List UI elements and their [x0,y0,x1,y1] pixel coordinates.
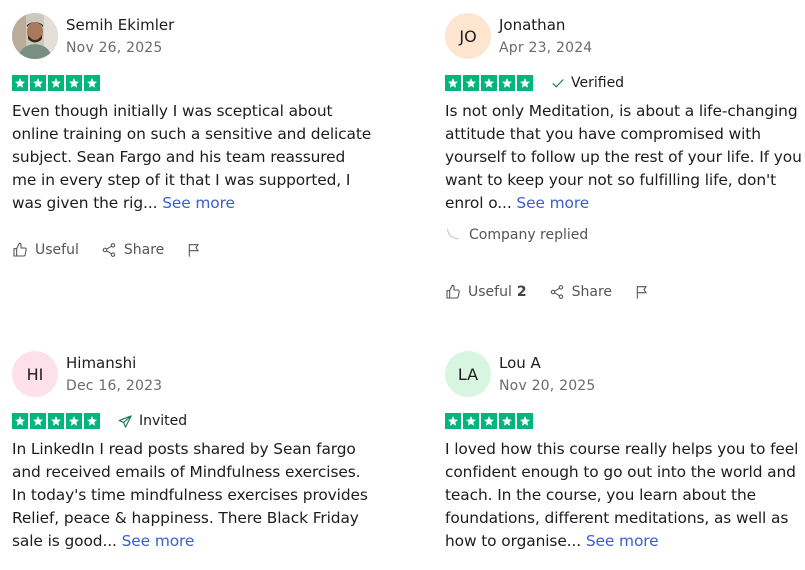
share-label: Share [571,284,613,300]
review-card: Semih Ekimler Nov 26, 2025 Even though i… [12,12,372,263]
invited-send-icon [118,414,132,428]
star-icon [84,413,100,429]
star-rating [445,75,533,91]
useful-label: Useful [35,242,79,258]
star-icon [66,75,82,91]
verified-label: Verified [571,75,625,91]
thumbs-up-icon [13,242,27,257]
avatar[interactable] [12,13,58,59]
review-actions: Useful Share [12,237,372,263]
star-icon [499,75,515,91]
reply-corner-icon [447,228,459,240]
verified-check-icon [552,79,564,88]
report-button[interactable] [634,284,657,300]
star-icon [445,413,461,429]
share-label: Share [123,242,165,258]
share-icon [550,285,563,299]
reviewer-name[interactable]: Jonathan [499,15,592,35]
star-icon [481,75,497,91]
rating-row: Verified [445,74,805,92]
avatar[interactable]: LA [445,351,491,397]
review-card: HI Himanshi Dec 16, 2023 Invited In Link… [12,350,372,553]
star-icon [463,413,479,429]
avatar-initials: LA [457,364,479,384]
review-header: HI Himanshi Dec 16, 2023 [12,350,372,398]
star-icon [445,75,461,91]
avatar-photo [12,13,58,59]
see-more-link[interactable]: See more [122,532,195,550]
review-text: In LinkedIn I read posts shared by Sean … [12,438,372,553]
see-more-link[interactable]: See more [586,532,659,550]
review-date: Nov 26, 2025 [66,39,163,56]
star-icon [517,413,533,429]
review-card: JO Jonathan Apr 23, 2024 Verified Is not… [445,12,805,305]
review-header: JO Jonathan Apr 23, 2024 [445,12,805,60]
rating-row [445,412,805,430]
invited-badge[interactable]: Invited [118,413,187,429]
avatar-initials: HI [26,364,44,384]
useful-label: Useful [468,284,512,300]
star-icon [463,75,479,91]
star-rating [12,413,100,429]
reviews-grid: Semih Ekimler Nov 26, 2025 Even though i… [0,0,805,570]
company-replied[interactable]: Company replied [445,221,805,249]
avatar[interactable]: JO [445,13,491,59]
avatar-initials: JO [459,26,477,46]
review-date: Dec 16, 2023 [66,377,163,394]
review-actions: Useful 2 Share [445,279,805,305]
star-icon [12,413,28,429]
review-body: Is not only Meditation, is about a life-… [445,102,802,212]
company-replied-label: Company replied [469,227,589,243]
review-date: Nov 20, 2025 [499,377,596,394]
review-text: I loved how this course really helps you… [445,438,805,553]
see-more-link[interactable]: See more [516,194,589,212]
reviewer-name[interactable]: Lou A [499,353,596,373]
review-header: Semih Ekimler Nov 26, 2025 [12,12,372,60]
star-icon [12,75,28,91]
share-icon [102,243,116,257]
star-icon [30,413,46,429]
rating-row [12,74,372,92]
review-date: Apr 23, 2024 [499,39,593,56]
report-button[interactable] [186,242,209,258]
avatar[interactable]: HI [12,351,58,397]
star-rating [445,413,533,429]
reviewer-name[interactable]: Semih Ekimler [66,15,174,35]
share-button[interactable]: Share [101,242,164,258]
star-icon [48,413,64,429]
share-button[interactable]: Share [549,284,612,300]
flag-icon [636,286,648,299]
review-card: LA Lou A Nov 20, 2025 I loved how this c… [445,350,805,553]
star-icon [84,75,100,91]
review-header: LA Lou A Nov 20, 2025 [445,350,805,398]
star-icon [499,413,515,429]
star-icon [517,75,533,91]
star-icon [66,413,82,429]
rating-row: Invited [12,412,372,430]
verified-badge[interactable]: Verified [551,75,624,91]
star-icon [30,75,46,91]
useful-button[interactable]: Useful [12,242,79,258]
invited-label: Invited [139,413,188,429]
star-rating [12,75,100,91]
thumbs-up-icon [446,284,460,299]
useful-button[interactable]: Useful 2 [445,284,527,300]
see-more-link[interactable]: See more [162,194,235,212]
review-text: Even though initially I was sceptical ab… [12,100,372,215]
useful-count: 2 [516,284,527,300]
star-icon [481,413,497,429]
review-text: Is not only Meditation, is about a life-… [445,100,805,215]
flag-icon [189,244,200,257]
star-icon [48,75,64,91]
reviewer-name[interactable]: Himanshi [66,353,162,373]
